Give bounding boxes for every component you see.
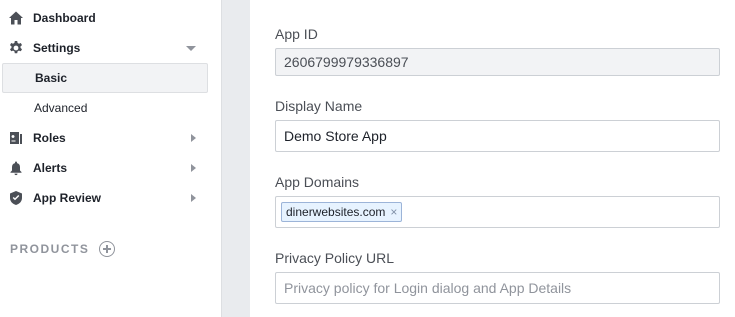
chevron-right-icon bbox=[191, 164, 196, 172]
domain-token-label: dinerwebsites.com bbox=[286, 205, 386, 219]
home-icon bbox=[8, 10, 24, 26]
privacy-policy-label: Privacy Policy URL bbox=[275, 250, 395, 266]
display-name-input[interactable] bbox=[275, 120, 720, 152]
sidebar: Dashboard Settings Basic Advanced Roles bbox=[0, 0, 222, 317]
app-id-field: 2606799979336897 bbox=[275, 48, 720, 76]
sidebar-item-dashboard[interactable]: Dashboard bbox=[0, 3, 208, 33]
app-id-value: 2606799979336897 bbox=[284, 54, 409, 70]
app-domains-input[interactable]: dinerwebsites.com × bbox=[275, 196, 720, 228]
domain-token: dinerwebsites.com × bbox=[281, 202, 403, 222]
bell-icon bbox=[8, 160, 24, 176]
sidebar-item-label: Dashboard bbox=[33, 11, 96, 25]
remove-token-icon[interactable]: × bbox=[390, 206, 397, 218]
sidebar-subitem-basic[interactable]: Basic bbox=[2, 63, 208, 93]
add-product-icon[interactable] bbox=[99, 241, 116, 257]
sidebar-item-alerts[interactable]: Alerts bbox=[0, 153, 208, 183]
sidebar-subitem-label: Basic bbox=[35, 71, 68, 85]
app-settings-page: Dashboard Settings Basic Advanced Roles bbox=[0, 0, 735, 317]
sidebar-item-label: App Review bbox=[33, 191, 102, 205]
sidebar-item-roles[interactable]: Roles bbox=[0, 123, 208, 153]
app-id-label: App ID bbox=[275, 26, 318, 42]
display-name-label: Display Name bbox=[275, 98, 363, 114]
chevron-down-icon bbox=[186, 46, 196, 51]
sidebar-item-label: Roles bbox=[33, 131, 66, 145]
sidebar-subitem-label: Advanced bbox=[34, 101, 88, 115]
products-heading: PRODUCTS bbox=[10, 242, 90, 256]
privacy-policy-input[interactable] bbox=[275, 272, 720, 304]
sidebar-subitem-advanced[interactable]: Advanced bbox=[2, 93, 208, 123]
basic-settings-form: App ID 2606799979336897 Display Name App… bbox=[250, 0, 735, 317]
shield-check-icon bbox=[8, 190, 24, 206]
sidebar-item-app-review[interactable]: App Review bbox=[0, 183, 208, 213]
app-domains-label: App Domains bbox=[275, 174, 360, 190]
sidebar-item-label: Alerts bbox=[33, 161, 68, 175]
chevron-right-icon bbox=[191, 134, 196, 142]
products-section: PRODUCTS bbox=[10, 240, 116, 258]
gear-icon bbox=[8, 40, 24, 56]
content-gutter bbox=[222, 0, 250, 317]
chevron-right-icon bbox=[191, 194, 196, 202]
sidebar-item-label: Settings bbox=[33, 41, 81, 55]
roles-icon bbox=[8, 130, 24, 146]
sidebar-item-settings[interactable]: Settings bbox=[0, 33, 208, 63]
